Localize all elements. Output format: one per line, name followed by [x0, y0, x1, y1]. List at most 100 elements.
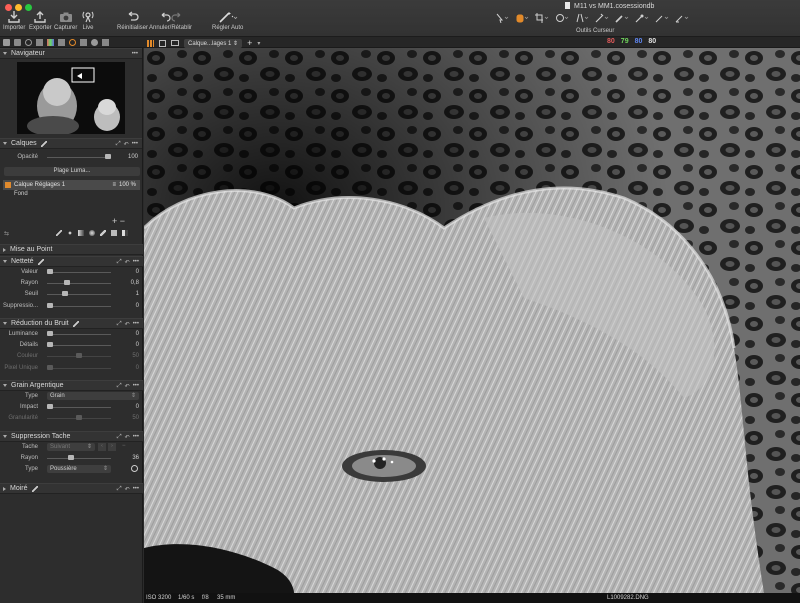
section-menu-icon[interactable]: •••	[133, 383, 139, 390]
image-viewer[interactable]	[144, 48, 800, 593]
layer-item-background[interactable]: Fond	[14, 191, 28, 197]
spot-cursor-circle-icon[interactable]	[131, 465, 138, 473]
reset-icon[interactable]: ↶	[125, 434, 130, 441]
fill-icon[interactable]	[111, 230, 117, 236]
layer-visible-checkbox[interactable]	[5, 182, 11, 188]
previous-spot-button[interactable]: ‹	[98, 443, 106, 451]
expand-icon[interactable]: ⤢	[117, 321, 122, 328]
eraser-icon[interactable]	[100, 230, 106, 236]
lens-tab-icon[interactable]	[25, 39, 32, 46]
section-menu-icon[interactable]: •••	[133, 434, 139, 441]
navigator-thumbnail[interactable]	[17, 62, 125, 134]
section-menu-icon[interactable]: •••	[133, 321, 139, 328]
slider-track[interactable]	[47, 367, 111, 369]
linear-gradient-icon[interactable]	[78, 230, 84, 236]
grain-type-select[interactable]: Grain ⇕	[47, 392, 139, 400]
brush-tool[interactable]	[614, 13, 630, 23]
select-tool[interactable]	[494, 13, 510, 23]
details-tab-icon[interactable]	[69, 39, 76, 46]
edit-pen-icon[interactable]	[37, 258, 44, 265]
folder-tab-icon[interactable]	[3, 39, 10, 46]
noise-reduction-header[interactable]: Réduction du Bruit ⤢ ↶ •••	[0, 318, 143, 329]
reset-icon[interactable]: ↶	[125, 486, 130, 493]
slider-track[interactable]	[47, 283, 111, 285]
layers-header[interactable]: Calques ⤢ ↶ •••	[0, 138, 142, 149]
slider-knob[interactable]	[67, 455, 74, 461]
layers-tab-icon[interactable]	[58, 39, 65, 46]
moire-header[interactable]: Moiré ⤢ ↶ •••	[0, 483, 143, 494]
edit-pen-icon[interactable]	[72, 320, 79, 327]
focus-header[interactable]: Mise au Point	[0, 244, 143, 255]
color-tab-icon[interactable]	[47, 39, 54, 46]
invert-icon[interactable]	[122, 230, 128, 236]
slider-knob[interactable]	[76, 415, 82, 421]
crop-tool[interactable]	[534, 13, 550, 23]
exposure-tab-icon[interactable]	[36, 39, 43, 46]
expand-icon[interactable]: ⤢	[117, 383, 122, 390]
slider-knob[interactable]	[47, 302, 53, 308]
eraser-tool[interactable]	[654, 13, 670, 23]
close-window-button[interactable]	[5, 4, 12, 11]
zoom-window-button[interactable]	[25, 4, 32, 11]
rotate-tool[interactable]	[554, 13, 570, 23]
slider-knob[interactable]	[47, 364, 53, 370]
edit-pen-icon[interactable]	[31, 485, 38, 492]
batch-tab-icon[interactable]	[102, 39, 109, 46]
minimize-window-button[interactable]	[15, 4, 22, 11]
pan-tool[interactable]	[514, 13, 530, 23]
capture-button[interactable]: Capturer	[54, 11, 77, 31]
slider-track[interactable]	[47, 458, 111, 460]
spot-select[interactable]: Suivant ⇕	[47, 443, 95, 451]
swap-icon[interactable]: ⇆	[4, 230, 9, 237]
grid-view-icon[interactable]	[147, 39, 154, 47]
slider-knob[interactable]	[47, 269, 53, 274]
next-spot-button[interactable]: ›	[108, 443, 116, 451]
slider-track[interactable]	[47, 407, 111, 409]
slider-knob[interactable]	[47, 342, 53, 348]
luma-range-button[interactable]: Plage Luma...	[4, 167, 140, 176]
reset-icon[interactable]: ↶	[125, 383, 130, 390]
radial-gradient-icon[interactable]	[89, 230, 95, 236]
section-menu-icon[interactable]: •••	[132, 51, 138, 57]
spot-removal-header[interactable]: Suppression Tache ⤢ ↶ •••	[0, 431, 143, 442]
auto-adjust-button[interactable]: Régler Auto	[212, 11, 243, 31]
opacity-slider-knob[interactable]	[105, 154, 111, 159]
delete-spot-button[interactable]: −	[122, 443, 126, 449]
add-remove-layer-buttons[interactable]: + −	[112, 216, 125, 226]
slider-track[interactable]	[47, 334, 111, 335]
sharpness-header[interactable]: Netteté ⤢ ↶ •••	[0, 256, 143, 267]
expand-icon[interactable]: ⤢	[117, 434, 122, 441]
edit-pen-icon[interactable]	[40, 140, 47, 147]
slider-track[interactable]	[47, 294, 111, 296]
section-menu-icon[interactable]: •••	[132, 141, 138, 148]
section-menu-icon[interactable]: •••	[133, 259, 139, 266]
reset-icon[interactable]: ↶	[125, 259, 130, 266]
gradient-tool[interactable]	[634, 13, 650, 23]
slider-knob[interactable]	[47, 404, 53, 410]
reset-icon[interactable]: ↶	[124, 141, 129, 148]
layer-item-adjustment[interactable]: Calque Réglages 1 ≡ 100 %	[3, 180, 140, 190]
mail-view-icon[interactable]	[171, 40, 179, 46]
add-tab-button[interactable]: +	[247, 38, 252, 48]
single-view-icon[interactable]	[159, 39, 166, 47]
keystone-tool[interactable]	[574, 13, 590, 23]
expand-icon[interactable]: ⤢	[116, 141, 121, 148]
import-button[interactable]: Importer	[3, 11, 25, 31]
picker-tool[interactable]	[594, 13, 610, 23]
expand-icon[interactable]: ⤢	[117, 486, 122, 493]
opacity-slider-track[interactable]	[47, 157, 111, 158]
annotate-tool[interactable]	[674, 13, 690, 23]
camera-tab-icon[interactable]	[14, 39, 21, 46]
slider-knob[interactable]	[61, 291, 68, 297]
export-button[interactable]: Exporter	[29, 11, 52, 31]
undo-redo-button[interactable]: Annuler/Rétablir	[149, 11, 192, 31]
navigator-header[interactable]: Navigateur •••	[0, 48, 142, 59]
reset-button[interactable]: Réinitialiser	[117, 11, 148, 31]
magic-brush-icon[interactable]	[67, 230, 73, 236]
slider-track[interactable]	[47, 272, 111, 273]
chevron-down-icon[interactable]: ▾	[257, 40, 260, 47]
metadata-tab-icon[interactable]	[80, 39, 87, 46]
slider-track[interactable]	[47, 345, 111, 347]
live-button[interactable]: Live	[81, 11, 95, 31]
film-grain-header[interactable]: Grain Argentique ⤢ ↶ •••	[0, 380, 143, 391]
